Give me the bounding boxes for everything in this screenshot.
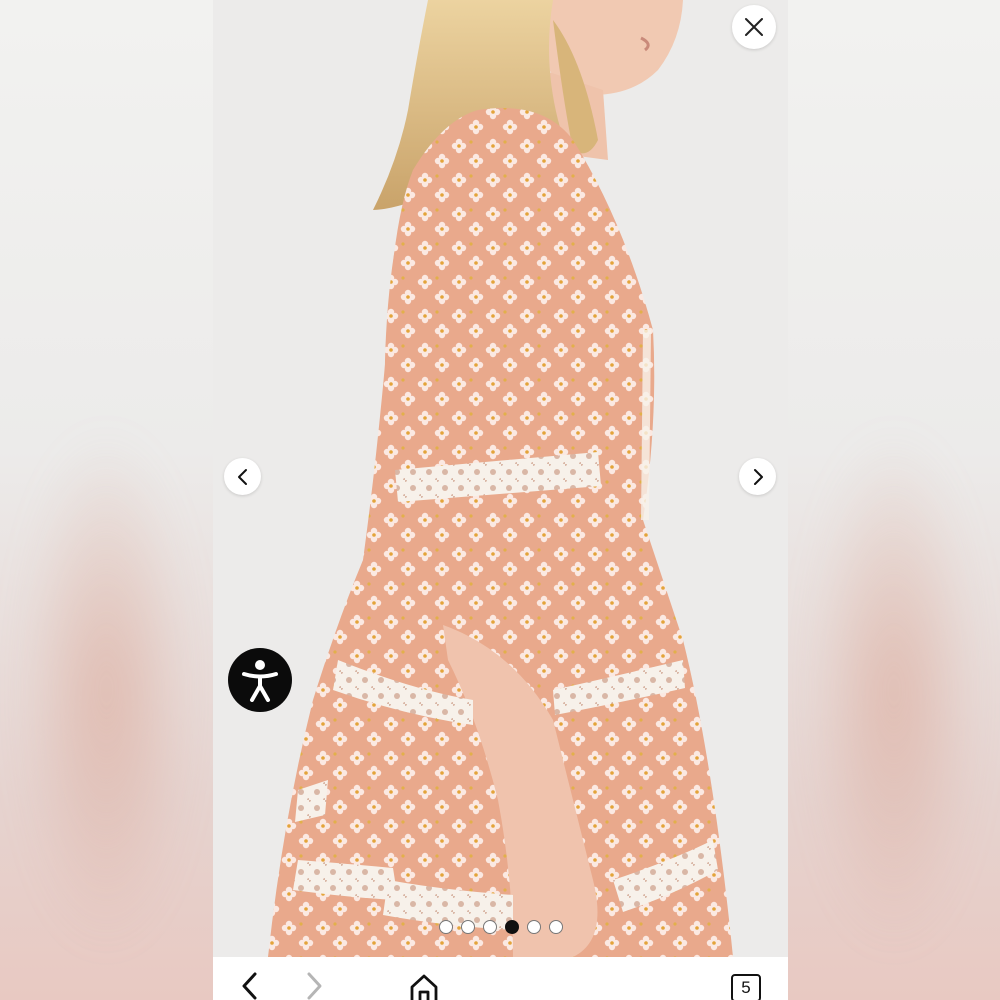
browser-home-button[interactable] xyxy=(409,973,439,1000)
pagination-dot[interactable] xyxy=(461,920,475,934)
browser-back-button[interactable] xyxy=(239,971,259,1000)
chevron-left-icon xyxy=(237,468,247,485)
pagination-dot[interactable] xyxy=(439,920,453,934)
blurred-backdrop-left xyxy=(0,0,213,1000)
chevron-right-icon xyxy=(307,972,322,1000)
chevron-right-icon xyxy=(753,468,763,485)
previous-image-button[interactable] xyxy=(224,458,261,495)
browser-toolbar: 5 xyxy=(213,957,788,1000)
browser-tabs-button[interactable]: 5 xyxy=(731,974,761,1000)
product-photo xyxy=(213,0,788,957)
pagination-dot[interactable] xyxy=(505,920,519,934)
close-button[interactable] xyxy=(732,5,776,49)
close-icon xyxy=(745,18,763,36)
next-image-button[interactable] xyxy=(739,458,776,495)
pagination-dot[interactable] xyxy=(549,920,563,934)
chevron-left-icon xyxy=(242,972,257,1000)
pagination-dot[interactable] xyxy=(483,920,497,934)
blurred-backdrop-right xyxy=(788,0,1000,1000)
image-viewer xyxy=(213,0,788,957)
pagination-dot[interactable] xyxy=(527,920,541,934)
home-icon xyxy=(410,974,438,1000)
browser-forward-button[interactable] xyxy=(305,971,325,1000)
accessibility-icon xyxy=(242,660,278,702)
accessibility-button[interactable] xyxy=(228,648,292,712)
gallery-pagination xyxy=(439,920,563,934)
tab-count: 5 xyxy=(741,978,751,997)
